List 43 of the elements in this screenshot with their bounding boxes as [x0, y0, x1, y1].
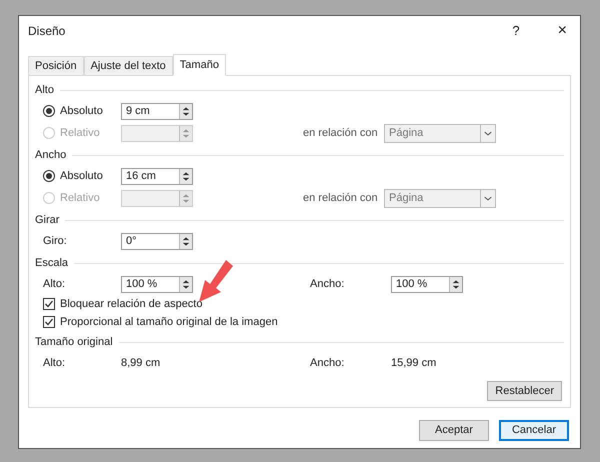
- field-label: Alto:: [43, 276, 66, 292]
- field-label: Giro:: [43, 234, 68, 249]
- info-label: Alto:: [43, 356, 66, 371]
- spin-arrows-icon[interactable]: [179, 234, 192, 248]
- radio-label: Absoluto: [60, 104, 103, 119]
- spin-arrows-icon[interactable]: [449, 276, 462, 292]
- dialog-button[interactable]: Aceptar: [419, 420, 489, 441]
- section-heading: Ancho: [35, 148, 68, 163]
- checkbox[interactable]: [43, 316, 55, 328]
- spin-field[interactable]: 9 cm: [121, 102, 193, 120]
- section-heading: Girar: [35, 212, 60, 228]
- spin-field[interactable]: 100 %: [121, 276, 193, 292]
- radio-button[interactable]: [43, 105, 55, 117]
- field-label: Ancho:: [310, 276, 346, 292]
- spin-field[interactable]: 16 cm: [121, 168, 193, 184]
- checkbox-label: Proporcional al tamaño original de la imagen: [60, 314, 278, 330]
- spin-arrows-icon[interactable]: [179, 104, 192, 118]
- tab[interactable]: Ajuste del texto: [84, 56, 173, 75]
- spin-arrows-icon[interactable]: [179, 276, 192, 292]
- info-label: Ancho:: [310, 356, 346, 371]
- checkbox-label: Bloquear relación de aspecto: [60, 296, 202, 312]
- radio-label: Absoluto: [60, 168, 103, 184]
- spin-field[interactable]: 100 %: [391, 276, 463, 292]
- checkbox[interactable]: [43, 298, 55, 310]
- help-button[interactable]: ?: [512, 21, 520, 41]
- info-value: 15,99 cm: [391, 356, 436, 371]
- section-heading: Escala: [35, 256, 70, 271]
- close-button[interactable]: ×: [558, 19, 567, 43]
- spin-field[interactable]: 0°: [121, 232, 193, 250]
- info-value: 8,99 cm: [121, 356, 162, 371]
- tab[interactable]: Tamaño: [172, 54, 226, 76]
- dialog-button[interactable]: Cancelar: [499, 420, 569, 441]
- section-heading: Alto: [35, 82, 55, 98]
- radio-label: Relativo: [60, 190, 100, 206]
- radio-label: Relativo: [60, 126, 100, 141]
- spin-arrows-icon[interactable]: [179, 168, 192, 184]
- radio-button[interactable]: [43, 170, 55, 182]
- relation-label: en relación con: [303, 190, 379, 206]
- reset-button[interactable]: Restablecer: [487, 381, 562, 401]
- section-heading: Tamaño original: [35, 334, 114, 350]
- relation-label: en relación con: [303, 126, 379, 141]
- window-title: Diseño: [28, 23, 66, 40]
- tab[interactable]: Posición: [28, 56, 84, 75]
